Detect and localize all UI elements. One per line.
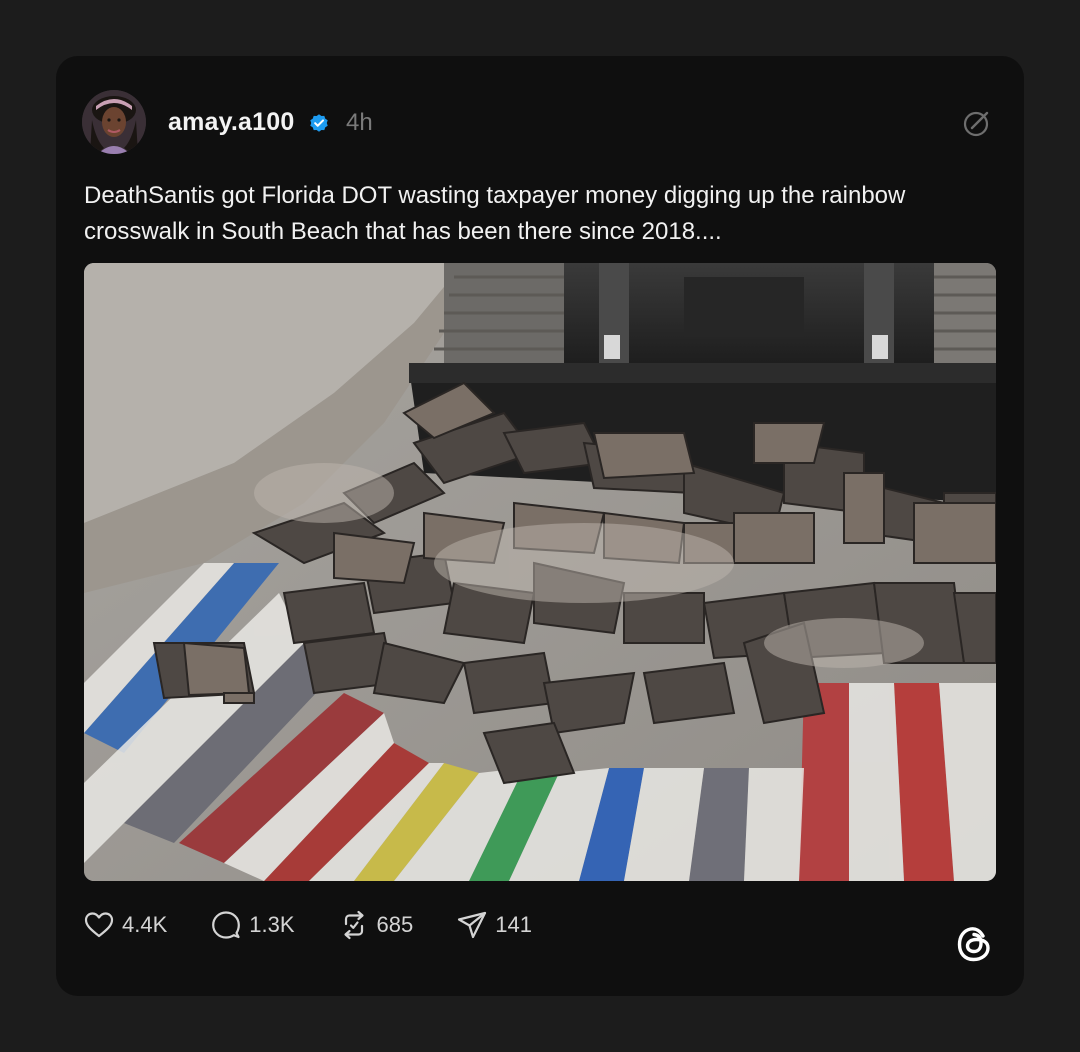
repost-count: 685 <box>376 912 414 937</box>
share-count: 141 <box>495 912 532 937</box>
share-button[interactable]: 141 <box>455 908 532 942</box>
verified-badge-icon <box>310 114 328 132</box>
paper-plane-icon <box>458 911 487 939</box>
reply-button[interactable]: 1.3K <box>209 908 295 942</box>
heart-icon <box>84 912 114 938</box>
threads-logo-icon <box>957 927 990 962</box>
reply-count: 1.3K <box>249 912 295 937</box>
post-timestamp: 4h <box>346 109 373 136</box>
username[interactable]: amay.a100 <box>168 108 294 137</box>
avatar[interactable] <box>82 90 146 154</box>
post-card: amay.a100 4h DeathSantis got Florida DOT… <box>56 56 1024 996</box>
avatar-image <box>82 90 146 154</box>
post-photo <box>84 263 996 881</box>
like-button[interactable]: 4.4K <box>82 908 167 942</box>
post-text: DeathSantis got Florida DOT wasting taxp… <box>84 182 906 245</box>
edit-slash-icon[interactable] <box>960 106 994 140</box>
like-count: 4.4K <box>122 912 168 937</box>
speech-bubble-icon <box>212 911 241 939</box>
post-image[interactable] <box>84 263 996 881</box>
post-actions: 4.4K 1.3K 685 141 <box>82 908 574 942</box>
repost-icon <box>343 910 364 940</box>
repost-button[interactable]: 685 <box>337 908 414 942</box>
